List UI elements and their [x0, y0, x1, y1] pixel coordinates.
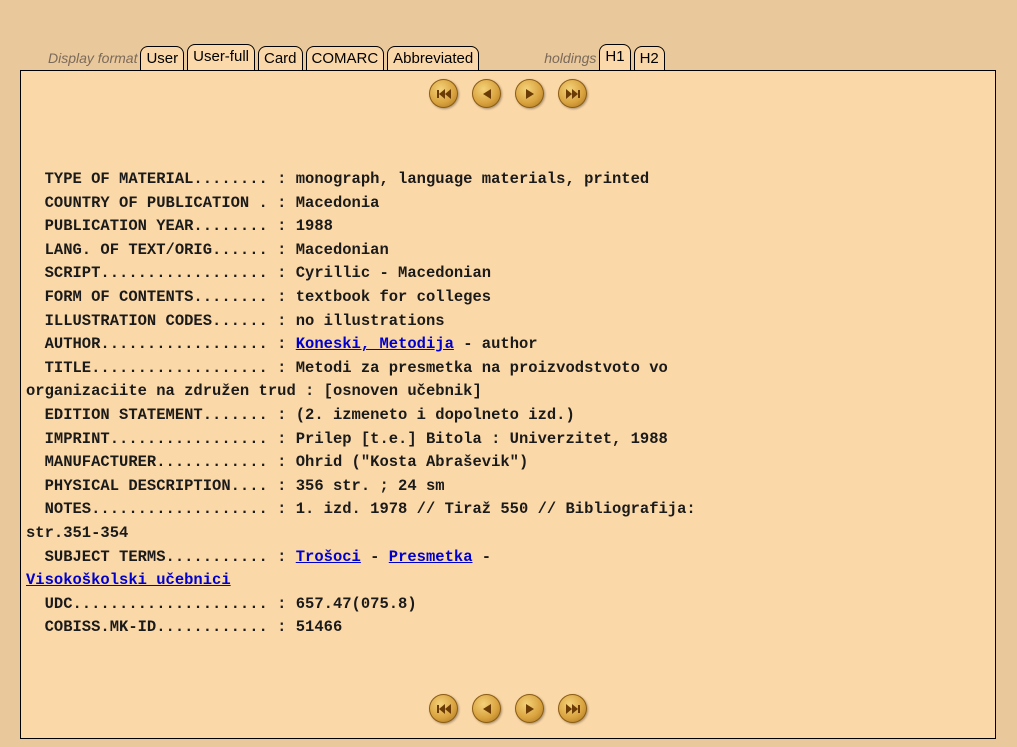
record-subject-terms-label: SUBJECT TERMS........... :	[26, 547, 296, 566]
record-type-of-material: TYPE OF MATERIAL........ : monograph, la…	[26, 170, 650, 188]
format-tab-bar: Display format User User-full Card COMAR…	[48, 43, 668, 71]
holdings-label: holdings	[544, 50, 597, 66]
record-edition-statement: EDITION STATEMENT....... : (2. izmeneto …	[26, 405, 575, 424]
tab-holding-h1[interactable]: H1	[599, 44, 631, 71]
record-notes-line-2: str.351-354	[26, 523, 129, 542]
next-record-icon[interactable]	[515, 694, 544, 723]
record-imprint: IMPRINT................. : Prilep [t.e.]…	[26, 429, 668, 448]
previous-record-icon[interactable]	[472, 694, 501, 723]
subject-separator: -	[360, 547, 389, 566]
tab-holding-h2[interactable]: H2	[633, 46, 665, 71]
display-format-label: Display format	[48, 50, 138, 66]
subject-separator: -	[472, 547, 492, 566]
record-script: SCRIPT.................. : Cyrillic - Ma…	[26, 264, 492, 283]
record-country-of-publication: COUNTRY OF PUBLICATION . : Macedonia	[26, 193, 380, 212]
last-record-icon[interactable]	[558, 79, 587, 108]
first-record-icon[interactable]	[429, 694, 458, 723]
subject-link-trosoci[interactable]: Trošoci	[296, 548, 361, 566]
record-notes-line-1: NOTES................... : 1. izd. 1978 …	[26, 500, 696, 519]
record-author-role: - author	[453, 335, 538, 354]
bibliographic-record: TYPE OF MATERIAL........ : monograph, la…	[26, 168, 986, 640]
record-title-line-1: TITLE................... : Metodi za pre…	[26, 358, 668, 377]
record-physical-description: PHYSICAL DESCRIPTION.... : 356 str. ; 24…	[26, 476, 445, 495]
author-link[interactable]: Koneski, Metodija	[296, 335, 454, 353]
record-udc: UDC..................... : 657.47(075.8)	[26, 594, 417, 613]
tab-abbreviated[interactable]: Abbreviated	[387, 46, 480, 71]
record-navigation-top	[21, 79, 995, 108]
subject-link-visokoskolski-ucebnici[interactable]: Visokoškolski učebnici	[26, 571, 231, 589]
record-illustration-codes: ILLUSTRATION CODES...... : no illustrati…	[26, 311, 445, 330]
subject-link-presmetka[interactable]: Presmetka	[389, 548, 473, 566]
record-title-line-2: organizaciite na združen trud : [osnoven…	[26, 382, 482, 401]
tab-card[interactable]: Card	[257, 46, 303, 71]
record-publication-year: PUBLICATION YEAR........ : 1988	[26, 217, 333, 236]
first-record-icon[interactable]	[429, 79, 458, 108]
record-form-of-contents: FORM OF CONTENTS........ : textbook for …	[26, 287, 492, 306]
record-language: LANG. OF TEXT/ORIG...... : Macedonian	[26, 240, 389, 259]
record-navigation-bottom	[21, 694, 995, 723]
next-record-icon[interactable]	[515, 79, 544, 108]
tab-user-full[interactable]: User-full	[187, 44, 255, 71]
record-manufacturer: MANUFACTURER............ : Ohrid ("Kosta…	[26, 453, 529, 472]
last-record-icon[interactable]	[558, 694, 587, 723]
record-panel: TYPE OF MATERIAL........ : monograph, la…	[20, 70, 996, 739]
record-author-label: AUTHOR.................. :	[26, 335, 296, 354]
previous-record-icon[interactable]	[472, 79, 501, 108]
tab-user[interactable]: User	[140, 46, 185, 71]
record-cobiss-id: COBISS.MK-ID............ : 51466	[26, 618, 343, 637]
tab-comarc[interactable]: COMARC	[305, 46, 385, 71]
